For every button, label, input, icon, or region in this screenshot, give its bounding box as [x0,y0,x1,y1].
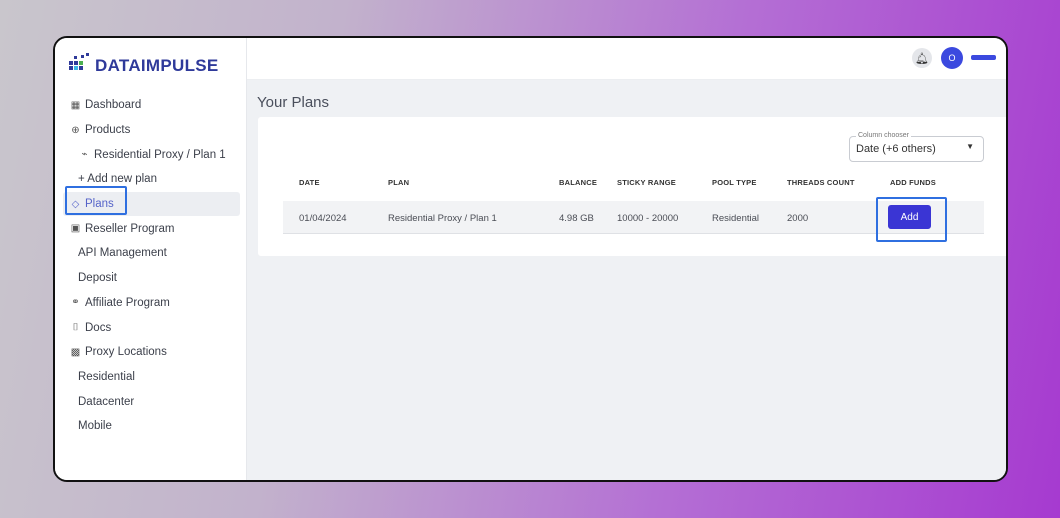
sidebar-item-reseller-program[interactable]: ▣ Reseller Program [55,216,246,241]
notification-bell-icon[interactable]: 🔔︎ [912,48,932,68]
sidebar-item-label: Docs [85,321,112,334]
cell-balance: 4.98 GB [559,213,594,224]
sidebar-item-mobile[interactable]: Mobile [55,414,246,439]
logo[interactable]: DATAIMPULSE [69,50,219,76]
sidebar-item-datacenter[interactable]: Datacenter [55,389,246,414]
column-header-pool-type[interactable]: POOL TYPE [712,178,757,187]
top-bar: 🔔︎ O [247,38,1006,80]
user-menu[interactable] [971,55,996,60]
column-chooser-label: Column chooser [856,132,911,139]
sidebar-nav: ▦ Dashboard ⊕ Products ⌁ Residential Pro… [55,93,246,439]
page-title: Your Plans [257,94,329,111]
cell-threads-count: 2000 [787,213,809,224]
column-header-plan[interactable]: PLAN [388,178,409,187]
sidebar-item-residential[interactable]: Residential [55,365,246,390]
logo-icon [69,53,89,70]
reseller-icon: ▣ [70,223,81,235]
docs-icon: ⌷ [72,322,79,334]
plans-card: Column chooser Date (+6 others) ▼ DATE P… [258,117,1006,256]
sidebar-item-label: Reseller Program [85,222,175,235]
sidebar-item-label: Residential [78,370,135,383]
sidebar-item-api-management[interactable]: API Management [55,241,246,266]
brand-name: DATAIMPULSE [95,56,219,75]
add-button-highlight-box [876,197,947,242]
app-window: DATAIMPULSE ▦ Dashboard ⊕ Products ⌁ Res… [53,36,1008,482]
sidebar-item-label: + Add new plan [78,173,157,186]
caret-down-icon: ▼ [966,142,974,151]
plans-highlight-box [65,186,127,215]
sidebar-item-label: Affiliate Program [85,296,170,309]
grid-icon: ▩ [70,346,81,358]
sidebar-item-label: Dashboard [85,99,142,112]
sidebar: DATAIMPULSE ▦ Dashboard ⊕ Products ⌁ Res… [55,38,247,480]
cell-plan: Residential Proxy / Plan 1 [388,213,497,224]
sidebar-item-deposit[interactable]: Deposit [55,266,246,291]
sidebar-item-label: Mobile [78,420,112,433]
cell-date: 01/04/2024 [299,213,347,224]
sidebar-item-label: Datacenter [78,395,135,408]
column-header-add-funds[interactable]: ADD FUNDS [890,178,936,187]
sidebar-item-proxy-locations[interactable]: ▩ Proxy Locations [55,340,246,365]
main-content: Your Plans Column chooser Date (+6 other… [247,80,1006,480]
column-chooser-select[interactable]: Column chooser Date (+6 others) ▼ [849,132,984,162]
plug-icon: ⌁ [81,149,88,161]
column-header-balance[interactable]: BALANCE [559,178,597,187]
column-chooser-value: Date (+6 others) [856,143,936,155]
avatar[interactable]: O [941,47,963,69]
cell-sticky-range: 10000 - 20000 [617,213,679,224]
column-header-date[interactable]: DATE [299,178,320,187]
column-header-threads-count[interactable]: THREADS COUNT [787,178,855,187]
sidebar-item-label: API Management [78,247,167,260]
dashboard-icon: ▦ [70,99,81,111]
cell-pool-type: Residential [712,213,759,224]
sidebar-item-dashboard[interactable]: ▦ Dashboard [55,93,246,118]
sidebar-item-products[interactable]: ⊕ Products [55,118,246,143]
handshake-icon: ⚭ [71,297,80,309]
sidebar-item-label: Products [85,124,131,137]
sidebar-item-label: Proxy Locations [85,346,167,359]
sidebar-item-docs[interactable]: ⌷ Docs [55,315,246,340]
sidebar-item-label: Deposit [78,272,117,285]
sidebar-item-residential-proxy-plan[interactable]: ⌁ Residential Proxy / Plan 1 [55,142,246,167]
globe-icon: ⊕ [71,124,80,136]
column-header-sticky-range[interactable]: STICKY RANGE [617,178,676,187]
sidebar-item-affiliate-program[interactable]: ⚭ Affiliate Program [55,291,246,316]
sidebar-item-label: Residential Proxy / Plan 1 [94,148,226,161]
